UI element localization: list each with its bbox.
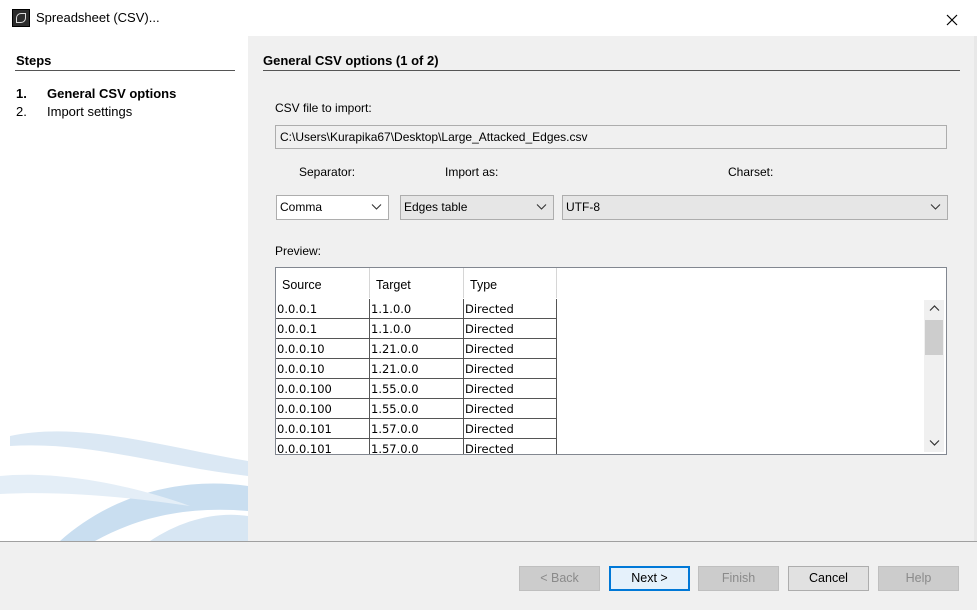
table-cell: Directed — [464, 319, 557, 339]
step-number: 1. — [16, 86, 27, 101]
import-as-value: Edges table — [404, 200, 468, 214]
scrollbar-thumb[interactable] — [925, 320, 943, 355]
main-panel: General CSV options (1 of 2) CSV file to… — [248, 36, 974, 541]
button-bar: < Back Next > Finish Cancel Help — [0, 541, 977, 610]
back-button[interactable]: < Back — [519, 566, 600, 591]
table-cell: 1.55.0.0 — [370, 399, 464, 419]
table-cell: Directed — [464, 419, 557, 439]
vertical-scrollbar[interactable] — [924, 300, 944, 452]
divider — [263, 70, 960, 71]
chevron-down-icon — [929, 440, 939, 446]
help-button[interactable]: Help — [878, 566, 959, 591]
table-cell: Directed — [464, 339, 557, 359]
table-cell: Directed — [464, 439, 557, 454]
table-cell: 0.0.0.100 — [276, 399, 370, 419]
chevron-down-icon — [371, 204, 382, 210]
table-cell: 1.55.0.0 — [370, 379, 464, 399]
next-button[interactable]: Next > — [609, 566, 690, 591]
table-cell: Directed — [464, 299, 557, 319]
close-icon — [946, 14, 958, 26]
column-header-source[interactable]: Source — [276, 268, 370, 298]
charset-label: Charset: — [728, 165, 774, 179]
table-cell: 1.21.0.0 — [370, 359, 464, 379]
decorative-swoosh — [0, 431, 248, 541]
table-cell: 1.57.0.0 — [370, 419, 464, 439]
file-path-field[interactable]: C:\Users\Kurapika67\Desktop\Large_Attack… — [275, 125, 947, 149]
file-label: CSV file to import: — [275, 101, 372, 115]
table-cell: 1.1.0.0 — [370, 299, 464, 319]
window-title: Spreadsheet (CSV)... — [36, 10, 160, 25]
divider — [15, 70, 235, 71]
table-cell: 1.57.0.0 — [370, 439, 464, 454]
table-cell: Directed — [464, 399, 557, 419]
table-cell: 1.1.0.0 — [370, 319, 464, 339]
steps-panel: Steps 1. General CSV options 2. Import set… — [0, 36, 248, 541]
table-header: Source Target Type — [276, 268, 557, 298]
table-cell: Directed — [464, 359, 557, 379]
step-label: General CSV options — [47, 86, 177, 101]
import-as-label: Import as: — [445, 165, 499, 179]
chevron-down-icon — [536, 204, 547, 210]
finish-button[interactable]: Finish — [698, 566, 779, 591]
column-header-type[interactable]: Type — [464, 268, 557, 298]
charset-select[interactable]: UTF-8 — [562, 195, 948, 220]
scroll-down-button[interactable] — [924, 434, 944, 451]
charset-value: UTF-8 — [566, 200, 600, 214]
table-cell: 0.0.0.1 — [276, 299, 370, 319]
table-cell: 0.0.0.101 — [276, 419, 370, 439]
step-label: Import settings — [47, 104, 133, 119]
title-bar: Spreadsheet (CSV)... — [0, 0, 977, 36]
preview-table[interactable]: Source Target Type 0.0.0.1 1.1.0.0 Direc… — [275, 267, 947, 455]
import-as-select[interactable]: Edges table — [400, 195, 554, 220]
preview-label: Preview: — [275, 244, 322, 258]
chevron-down-icon — [930, 204, 941, 210]
table-cell: 0.0.0.10 — [276, 359, 370, 379]
separator-select[interactable]: Comma — [276, 195, 389, 220]
step-item-general-csv-options: 1. General CSV options — [16, 86, 176, 101]
cancel-button[interactable]: Cancel — [788, 566, 869, 591]
table-cell: 1.21.0.0 — [370, 339, 464, 359]
table-cell: 0.0.0.101 — [276, 439, 370, 454]
page-title: General CSV options (1 of 2) — [263, 53, 439, 68]
step-item-import-settings: 2. Import settings — [16, 104, 132, 119]
table-cell: 0.0.0.10 — [276, 339, 370, 359]
table-cell: Directed — [464, 379, 557, 399]
close-button[interactable] — [938, 8, 966, 30]
steps-heading: Steps — [16, 53, 52, 68]
chevron-up-icon — [929, 305, 939, 311]
separator-label: Separator: — [299, 165, 356, 179]
column-header-target[interactable]: Target — [370, 268, 464, 298]
step-number: 2. — [16, 104, 27, 119]
gephi-app-icon — [12, 9, 30, 27]
separator-value: Comma — [280, 200, 323, 214]
table-cell: 0.0.0.1 — [276, 319, 370, 339]
scroll-up-button[interactable] — [924, 300, 944, 317]
table-cell: 0.0.0.100 — [276, 379, 370, 399]
